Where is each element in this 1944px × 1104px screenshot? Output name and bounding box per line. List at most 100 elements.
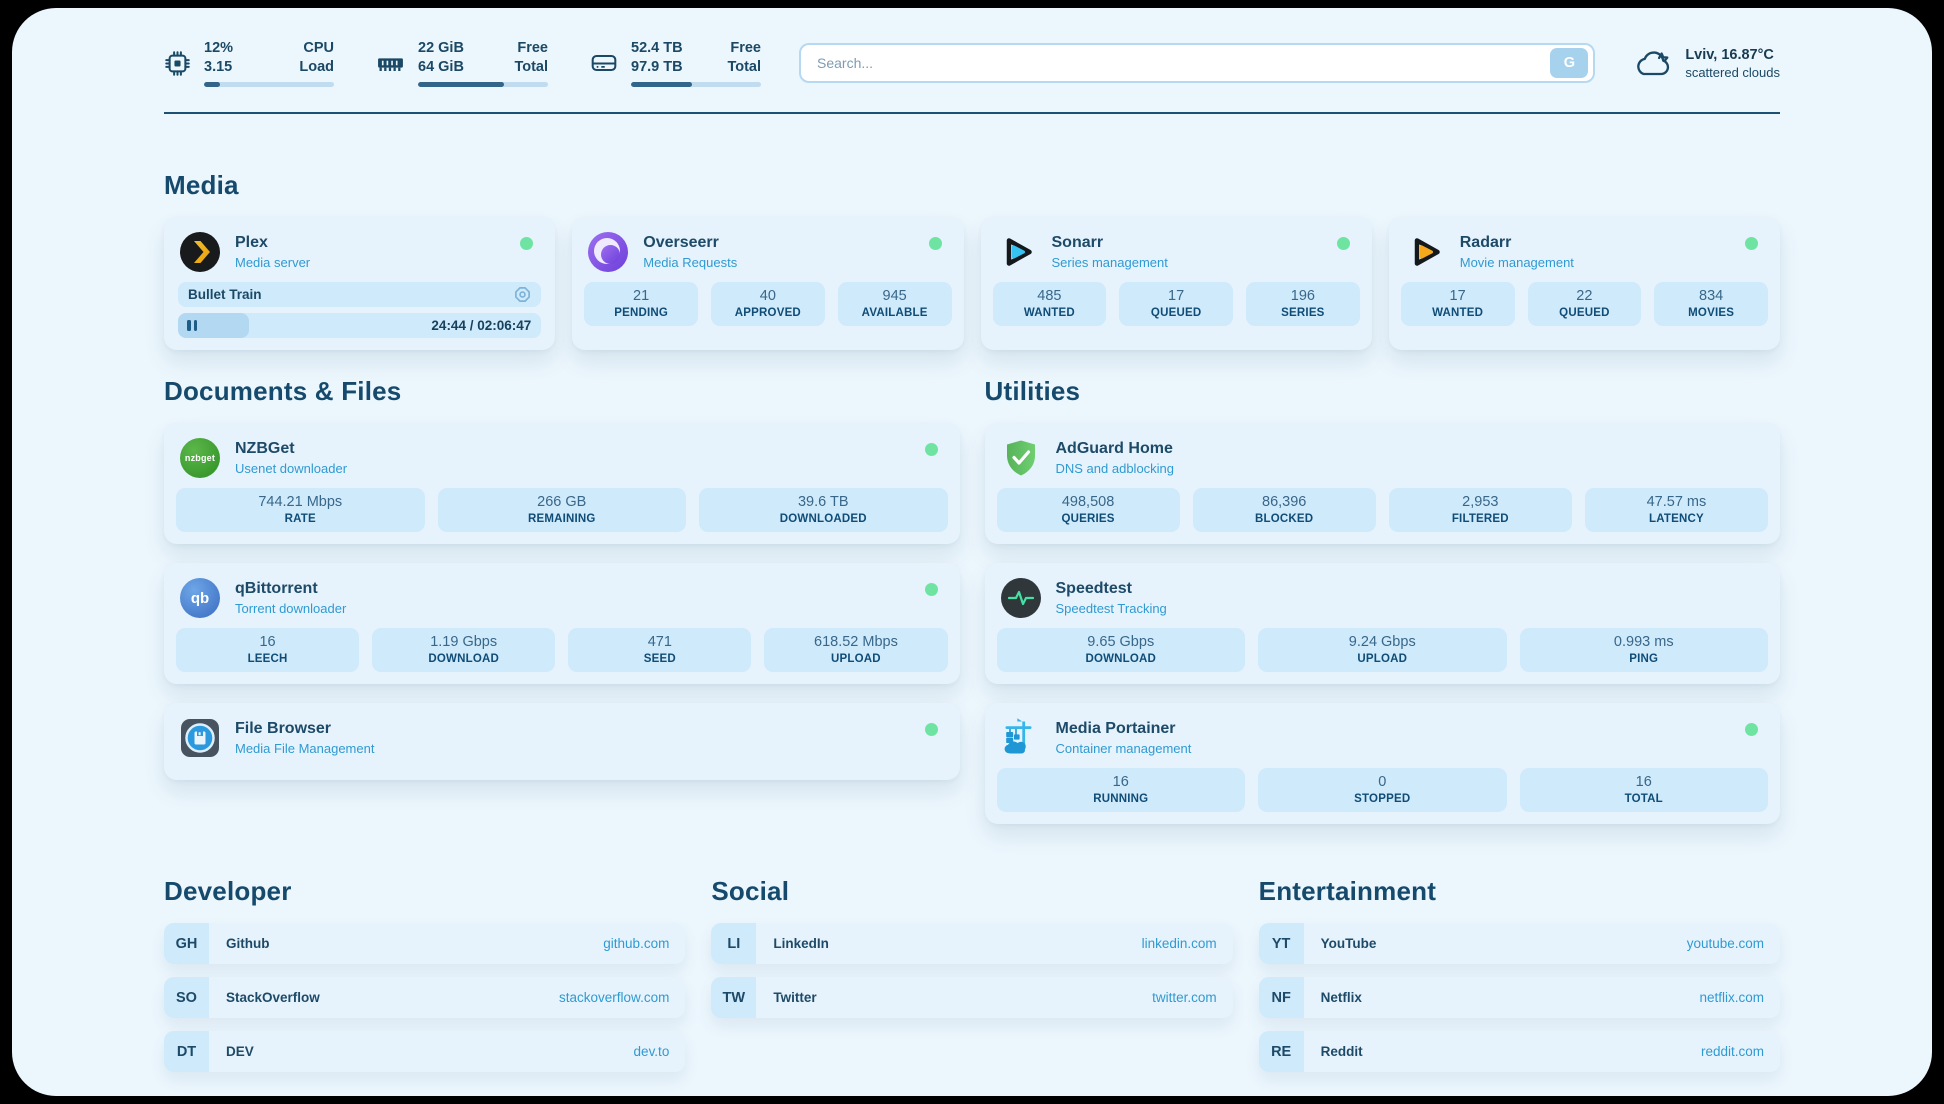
stat-pending: 21 PENDING (584, 282, 698, 326)
service-name: qBittorrent (235, 580, 346, 598)
plex-icon (180, 232, 220, 272)
portainer-icon (1001, 718, 1041, 758)
card-media-portainer[interactable]: Media Portainer Container management 16 … (985, 703, 1781, 824)
stat-value: 16 (1001, 774, 1242, 790)
system-stat: 52.4 TB97.9 TB FreeTotal (590, 39, 761, 88)
service-subtitle: Media Requests (643, 255, 737, 270)
bookmark-badge: NF (1259, 977, 1304, 1018)
system-stat: 22 GiB64 GiB FreeTotal (376, 39, 548, 88)
stat-label-bottom: Total (514, 58, 548, 77)
stat-value: 16 (180, 634, 355, 650)
service-subtitle: Speedtest Tracking (1056, 601, 1167, 616)
card-plex[interactable]: Plex Media server Bullet Train 24:44 / 0… (164, 217, 555, 350)
speedtest-icon (1001, 578, 1041, 618)
bookmark-badge: LI (711, 923, 756, 964)
stat-label: DOWNLOAD (1001, 653, 1242, 665)
stat-wanted: 485 WANTED (993, 282, 1107, 326)
link-netflix[interactable]: NF Netflix netflix.com (1259, 977, 1780, 1018)
section-title-entertainment: Entertainment (1259, 876, 1780, 907)
stat-value: 9.24 Gbps (1262, 634, 1503, 650)
playback-progress-bar: 24:44 / 02:06:47 (178, 313, 541, 338)
bookmark-url: github.com (603, 936, 669, 951)
stat-label: QUERIES (1001, 513, 1176, 525)
service-subtitle: Media server (235, 255, 310, 270)
media-card-row: Plex Media server Bullet Train 24:44 / 0… (164, 217, 1780, 350)
service-name: NZBGet (235, 440, 347, 458)
stat-value: 618.52 Mbps (768, 634, 943, 650)
filebrowser-icon (180, 718, 220, 758)
qbittorrent-icon: qb (180, 578, 220, 618)
link-twitter[interactable]: TW Twitter twitter.com (711, 977, 1232, 1018)
stat-value: 744.21 Mbps (180, 494, 421, 510)
stat-value: 266 GB (442, 494, 683, 510)
weather-condition: scattered clouds (1685, 65, 1780, 80)
link-linkedin[interactable]: LI LinkedIn linkedin.com (711, 923, 1232, 964)
stat-label: REMAINING (442, 513, 683, 525)
stat-label: APPROVED (715, 307, 821, 319)
card-file-browser[interactable]: File Browser Media File Management (164, 703, 960, 780)
link-stackoverflow[interactable]: SO StackOverflow stackoverflow.com (164, 977, 685, 1018)
stat-value: 1.19 Gbps (376, 634, 551, 650)
stat-value: 17 (1123, 288, 1229, 304)
status-dot (925, 443, 938, 456)
radarr-icon (1405, 232, 1445, 272)
stat-download: 1.19 Gbps DOWNLOAD (372, 628, 555, 672)
stat-value: 196 (1250, 288, 1356, 304)
cpu-icon (164, 50, 191, 77)
stat-value: 945 (842, 288, 948, 304)
nzbget-icon: nzbget (180, 438, 220, 478)
stat-label: RUNNING (1001, 793, 1242, 805)
stat-value: 40 (715, 288, 821, 304)
card-radarr[interactable]: Radarr Movie management 17 WANTED 22 QUE… (1389, 217, 1780, 350)
stat-value: 47.57 ms (1589, 494, 1764, 510)
system-stat: 12%3.15 CPULoad (164, 39, 334, 88)
card-nzbget[interactable]: nzbget NZBGet Usenet downloader 744.21 M… (164, 423, 960, 544)
bookmark-url: youtube.com (1687, 936, 1764, 951)
search-provider-button[interactable]: G (1550, 48, 1588, 78)
bookmark-name: Reddit (1321, 1044, 1701, 1059)
service-name: File Browser (235, 720, 374, 738)
sonarr-icon (997, 232, 1037, 272)
stat-value-bottom: 97.9 TB (631, 58, 683, 77)
stat-label: RATE (180, 513, 421, 525)
media-options-icon[interactable] (514, 286, 531, 303)
bookmark-section-developer: Developer GH Github github.com SO StackO… (164, 876, 685, 1072)
stat-label: PING (1524, 653, 1765, 665)
bookmark-url: dev.to (634, 1044, 670, 1059)
service-name: Plex (235, 234, 310, 252)
card-adguard-home[interactable]: AdGuard Home DNS and adblocking 498,508 … (985, 423, 1781, 544)
stat-stopped: 0 STOPPED (1258, 768, 1507, 812)
weather-widget: Lviv, 16.87°C scattered clouds (1633, 47, 1780, 80)
bookmark-badge: DT (164, 1031, 209, 1072)
link-dev[interactable]: DT DEV dev.to (164, 1031, 685, 1072)
status-dot (520, 237, 533, 250)
link-youtube[interactable]: YT YouTube youtube.com (1259, 923, 1780, 964)
service-name: Sonarr (1052, 234, 1168, 252)
link-reddit[interactable]: RE Reddit reddit.com (1259, 1031, 1780, 1072)
card-qbittorrent[interactable]: qb qBittorrent Torrent downloader 16 LEE… (164, 563, 960, 684)
stat-value: 39.6 TB (703, 494, 944, 510)
card-sonarr[interactable]: Sonarr Series management 485 WANTED 17 Q… (981, 217, 1372, 350)
stat-queued: 17 QUEUED (1119, 282, 1233, 326)
stat-blocked: 86,396 BLOCKED (1193, 488, 1376, 532)
bookmark-name: Netflix (1321, 990, 1700, 1005)
cloud-icon (1633, 48, 1673, 79)
bookmark-url: twitter.com (1152, 990, 1217, 1005)
weather-location-temp: Lviv, 16.87°C (1685, 47, 1780, 63)
service-subtitle: Media File Management (235, 741, 374, 756)
header-divider (164, 112, 1780, 114)
now-playing-title: Bullet Train (188, 287, 262, 302)
search-input[interactable] (815, 54, 1550, 72)
card-speedtest[interactable]: Speedtest Speedtest Tracking 9.65 Gbps D… (985, 563, 1781, 684)
stat-value: 17 (1405, 288, 1511, 304)
bookmark-url: stackoverflow.com (559, 990, 669, 1005)
link-github[interactable]: GH Github github.com (164, 923, 685, 964)
bookmark-sections: Developer GH Github github.com SO StackO… (164, 876, 1780, 1072)
bookmark-section-entertainment: Entertainment YT YouTube youtube.com NF … (1259, 876, 1780, 1072)
card-overseerr[interactable]: Overseerr Media Requests 21 PENDING 40 A… (572, 217, 963, 350)
status-dot (1745, 723, 1758, 736)
bookmark-name: YouTube (1321, 936, 1687, 951)
stat-value: 16 (1524, 774, 1765, 790)
stat-series: 196 SERIES (1246, 282, 1360, 326)
service-subtitle: Series management (1052, 255, 1168, 270)
